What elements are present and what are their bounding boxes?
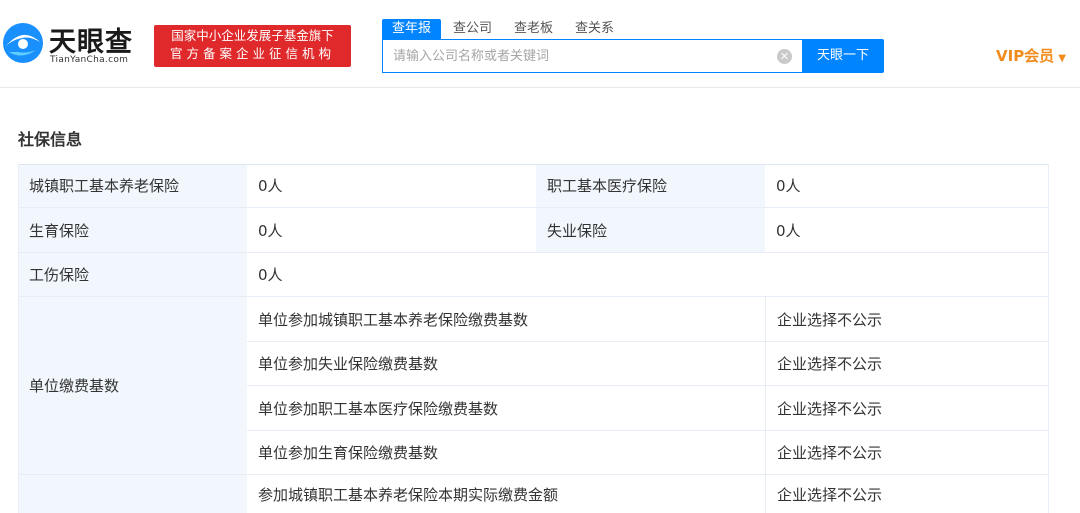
- value-maternity-insurance: 0人: [247, 208, 536, 253]
- tab-relation[interactable]: 查关系: [565, 19, 624, 39]
- badge-line-1: 国家中小企业发展子基金旗下: [171, 28, 334, 43]
- value-medical-insurance: 0人: [765, 164, 1049, 208]
- value-unemployment-insurance: 0人: [765, 208, 1049, 253]
- tab-boss[interactable]: 查老板: [504, 19, 563, 39]
- section-title: 社保信息: [18, 130, 83, 149]
- vip-label: VIP会员: [996, 47, 1055, 65]
- tab-company[interactable]: 查公司: [443, 19, 502, 39]
- label-next-group: [18, 475, 247, 513]
- logo-subtitle: TianYanCha.com: [50, 55, 129, 65]
- group-item-value: 企业选择不公示: [765, 475, 1049, 513]
- group-item-name: 单位参加职工基本医疗保险缴费基数: [247, 386, 765, 431]
- search-box: ✕: [382, 39, 802, 73]
- group-item-name: 单位参加城镇职工基本养老保险缴费基数: [247, 297, 765, 342]
- label-unit-contribution-base: 单位缴费基数: [18, 297, 247, 475]
- tab-annual-report[interactable]: 查年报: [382, 19, 442, 39]
- group-item-value: 企业选择不公示: [765, 342, 1049, 386]
- logo-eye-icon: [3, 23, 43, 63]
- value-pension-insurance: 0人: [247, 164, 536, 208]
- logo-title: 天眼查: [49, 27, 133, 58]
- label-pension-insurance: 城镇职工基本养老保险: [18, 164, 247, 208]
- label-unemployment-insurance: 失业保险: [536, 208, 765, 253]
- label-injury-insurance: 工伤保险: [18, 253, 247, 297]
- certification-badge: 国家中小企业发展子基金旗下 官方备案企业征信机构: [154, 25, 351, 67]
- group-item-name: 单位参加失业保险缴费基数: [247, 342, 765, 386]
- label-medical-insurance: 职工基本医疗保险: [536, 164, 765, 208]
- group-item-value: 企业选择不公示: [765, 386, 1049, 431]
- tianyancha-logo[interactable]: 天眼查 TianYanCha.com: [2, 20, 147, 70]
- group-item-value: 企业选择不公示: [765, 297, 1049, 342]
- clear-icon[interactable]: ✕: [777, 49, 792, 64]
- label-maternity-insurance: 生育保险: [18, 208, 247, 253]
- vip-member-menu[interactable]: VIP会员 ▼: [996, 45, 1066, 66]
- search-input[interactable]: [383, 40, 763, 72]
- value-injury-insurance: 0人: [247, 253, 1049, 297]
- badge-line-2: 官方备案企业征信机构: [169, 46, 335, 61]
- caret-down-icon: ▼: [1058, 53, 1066, 64]
- search-tabs: 查年报 查公司 查老板 查关系: [382, 19, 626, 39]
- group-item-value: 企业选择不公示: [765, 431, 1049, 475]
- group-item-name: 参加城镇职工基本养老保险本期实际缴费金额: [247, 475, 765, 513]
- group-item-name: 单位参加生育保险缴费基数: [247, 431, 765, 475]
- top-header: 天眼查 TianYanCha.com 国家中小企业发展子基金旗下 官方备案企业征…: [0, 0, 1080, 88]
- search-button[interactable]: 天眼一下: [802, 39, 884, 73]
